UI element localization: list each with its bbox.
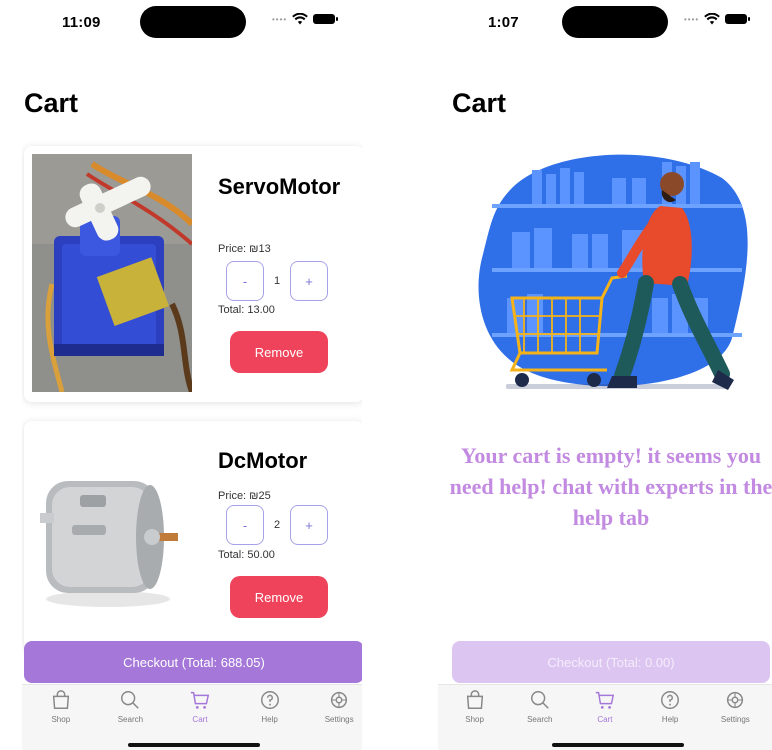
status-time: 11:09 xyxy=(62,14,101,31)
checkout-button[interactable]: Checkout (Total: 0.00) xyxy=(452,641,770,683)
page-title: Cart xyxy=(24,88,79,118)
cart-item-card: DcMotor Price: ₪25 - 2 + Total: 50.00 Re… xyxy=(24,421,362,651)
wifi-icon xyxy=(704,13,721,25)
battery-icon xyxy=(313,14,339,24)
tab-label: Cart xyxy=(192,715,208,724)
help-icon xyxy=(661,691,680,709)
page-title: Cart xyxy=(452,88,507,118)
shopping-bag-icon xyxy=(52,690,69,709)
status-time: 1:07 xyxy=(488,14,519,31)
status-icons: •••• xyxy=(684,13,751,25)
cart-icon xyxy=(190,691,210,709)
shopping-bag-icon xyxy=(466,690,483,709)
tab-label: Cart xyxy=(597,715,613,724)
dynamic-island xyxy=(140,6,246,38)
tab-search[interactable]: Search xyxy=(512,689,568,750)
empty-cart-illustration xyxy=(472,148,752,398)
dc-motor-image xyxy=(32,429,192,667)
quantity-stepper: - 2 + xyxy=(226,505,328,545)
signal-icon: •••• xyxy=(272,14,288,24)
tab-settings[interactable]: Settings xyxy=(311,689,362,750)
tab-bar: Shop Search Cart Help Settings xyxy=(438,684,772,750)
quantity-stepper: - 1 + xyxy=(226,261,328,301)
tab-shop[interactable]: Shop xyxy=(447,689,503,750)
increase-quantity-button[interactable]: + xyxy=(290,505,328,545)
remove-button[interactable]: Remove xyxy=(230,331,328,373)
tab-settings[interactable]: Settings xyxy=(707,689,763,750)
tab-label: Search xyxy=(527,715,553,724)
decrease-quantity-button[interactable]: - xyxy=(226,505,264,545)
remove-button[interactable]: Remove xyxy=(230,576,328,618)
search-icon xyxy=(530,691,549,709)
cart-screen-empty: 1:07 •••• Cart Your cart is empty! it se… xyxy=(432,0,772,750)
decrease-quantity-button[interactable]: - xyxy=(226,261,264,301)
checkout-button[interactable]: Checkout (Total: 688.05) xyxy=(24,641,362,683)
search-icon xyxy=(121,691,140,709)
tab-label: Help xyxy=(261,715,278,724)
tab-label: Settings xyxy=(324,715,354,724)
tab-help[interactable]: Help xyxy=(242,689,298,750)
settings-icon xyxy=(727,691,744,709)
servo-motor-image xyxy=(32,154,192,392)
tab-label: Shop xyxy=(465,715,484,724)
quantity-value: 1 xyxy=(273,275,281,287)
product-price: Price: ₪25 xyxy=(218,490,271,502)
signal-icon: •••• xyxy=(684,14,700,24)
status-bar: 11:09 •••• xyxy=(22,0,362,44)
cart-icon xyxy=(595,691,615,709)
tab-label: Help xyxy=(661,715,679,724)
tab-search[interactable]: Search xyxy=(102,689,158,750)
cart-item-card: ServoMotor Price: ₪13 - 1 + Total: 13.00… xyxy=(24,146,362,402)
product-price: Price: ₪13 xyxy=(218,243,271,255)
tab-label: Shop xyxy=(51,715,71,724)
product-name: ServoMotor xyxy=(218,174,341,199)
home-indicator xyxy=(128,743,260,747)
product-name: DcMotor xyxy=(218,448,308,473)
help-icon xyxy=(260,691,279,709)
tab-label: Search xyxy=(117,715,144,724)
increase-quantity-button[interactable]: + xyxy=(290,261,328,301)
product-total: Total: 13.00 xyxy=(218,304,275,316)
product-total: Total: 50.00 xyxy=(218,549,275,561)
quantity-value: 2 xyxy=(273,519,281,531)
status-icons: •••• xyxy=(272,13,339,25)
tab-cart[interactable]: Cart xyxy=(172,689,228,750)
wifi-icon xyxy=(292,13,309,25)
dynamic-island xyxy=(562,6,668,38)
tab-label: Settings xyxy=(720,715,750,724)
empty-cart-message: Your cart is empty! it seems you need he… xyxy=(449,443,772,530)
tab-cart[interactable]: Cart xyxy=(577,689,633,750)
tab-shop[interactable]: Shop xyxy=(33,689,89,750)
status-bar: 1:07 •••• xyxy=(432,0,772,44)
home-indicator xyxy=(552,743,684,747)
settings-icon xyxy=(331,691,348,709)
tab-help[interactable]: Help xyxy=(642,689,698,750)
battery-icon xyxy=(725,14,751,24)
cart-screen-filled: 11:09 •••• Cart ServoMotor Price: ₪13 - … xyxy=(22,0,362,750)
tab-bar: Shop Search Cart Help Settings xyxy=(22,684,362,750)
